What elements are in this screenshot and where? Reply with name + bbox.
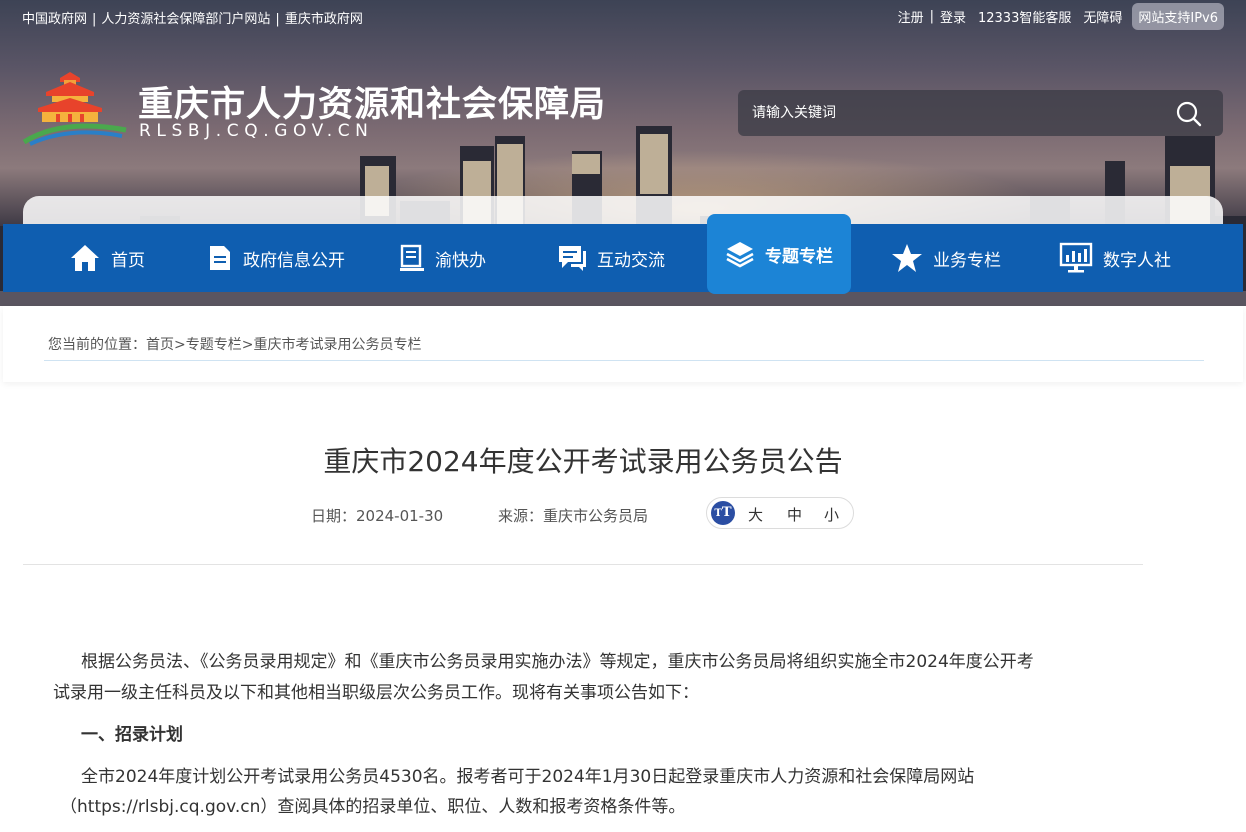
separator: | <box>275 12 280 27</box>
breadcrumb-home[interactable]: 首页 <box>146 337 174 353</box>
article-paragraph: 根据公务员法、《公务员录用规定》和《重庆市公务员录用实施办法》等规定，重庆市公务… <box>81 652 1034 672</box>
article-date: 日期：2024-01-30 <box>311 507 444 525</box>
separator: | <box>929 9 934 24</box>
breadcrumb-civil-servant-column[interactable]: 重庆市考试录用公务员专栏 <box>253 337 421 353</box>
star-icon <box>892 244 922 272</box>
article-divider <box>23 564 1143 565</box>
nav-item-business[interactable]: 业务专栏 <box>891 224 1001 292</box>
breadcrumb-separator: > <box>174 337 186 353</box>
nav-label: 政府信息公开 <box>243 250 345 271</box>
breadcrumb-prefix: 您当前的位置： <box>48 337 146 353</box>
monitor-chart-icon <box>1059 242 1093 273</box>
nav-item-home[interactable]: 首页 <box>69 224 145 292</box>
nav-item-special-topics[interactable]: 专题专栏 <box>707 214 851 294</box>
breadcrumb-special-topics[interactable]: 专题专栏 <box>186 337 242 353</box>
nav-item-interaction[interactable]: 互动交流 <box>557 224 665 292</box>
article-paragraph: 全市2024年度计划公开考试录用公务员4530名。报考者可于2024年1月30日… <box>81 767 975 787</box>
article-section-heading: 一、招录计划 <box>81 725 183 745</box>
top-links-right: 注册 | 登录 12333智能客服 无障碍 网站支持IPv6 <box>898 3 1224 30</box>
font-size-switcher: TT 大 中 小 <box>706 497 854 529</box>
site-logo[interactable] <box>22 70 128 146</box>
accessibility-link[interactable]: 无障碍 <box>1083 7 1122 26</box>
link-mohrss[interactable]: 人力资源社会保障部门户网站 <box>101 12 270 27</box>
book-icon <box>400 244 424 271</box>
search-icon[interactable] <box>1175 100 1203 128</box>
site-domain: RLSBJ.CQ.GOV.CN <box>139 121 374 141</box>
nav-item-yukuaiban[interactable]: 渝快办 <box>399 224 486 292</box>
nav-label: 数字人社 <box>1103 250 1171 271</box>
nav-label: 首页 <box>111 250 145 271</box>
article-paragraph: （https://rlsbj.cq.gov.cn）查阅具体的招录单位、职位、人数… <box>60 797 686 817</box>
chat-icon <box>559 246 586 271</box>
link-gov-cn[interactable]: 中国政府网 <box>22 12 87 27</box>
nav-item-gov-info[interactable]: 政府信息公开 <box>207 224 345 292</box>
site-title: 重庆市人力资源和社会保障局 <box>138 85 607 125</box>
nav-label: 业务专栏 <box>933 250 1001 271</box>
ipv6-badge: 网站支持IPv6 <box>1132 3 1224 30</box>
home-icon <box>71 245 99 271</box>
top-links-left: 中国政府网 | 人力资源社会保障部门户网站 | 重庆市政府网 <box>22 8 363 27</box>
nav-item-digital-hr[interactable]: 数字人社 <box>1059 224 1171 292</box>
nav-label: 渝快办 <box>435 250 486 271</box>
article-paragraph: 试录用一级主任科员及以下和其他相当职级层次公务员工作。现将有关事项公告如下： <box>53 683 699 703</box>
separator: | <box>92 12 97 27</box>
breadcrumb-separator: > <box>241 337 254 353</box>
article-source: 来源：重庆市公务员局 <box>498 507 649 525</box>
font-size-small-button[interactable]: 小 <box>824 504 839 525</box>
font-size-medium-button[interactable]: 中 <box>787 504 802 525</box>
font-size-icon: TT <box>711 501 735 525</box>
register-link[interactable]: 注册 <box>898 7 924 26</box>
breadcrumb-panel: 您当前的位置：首页>专题专栏>重庆市考试录用公务员专栏 <box>3 306 1243 382</box>
breadcrumb: 您当前的位置：首页>专题专栏>重庆市考试录用公务员专栏 <box>48 334 421 354</box>
article-title: 重庆市2024年度公开考试录用公务员公告 <box>323 445 843 478</box>
smart-service-link[interactable]: 12333智能客服 <box>978 7 1071 26</box>
search-box <box>738 90 1223 136</box>
search-input[interactable] <box>738 90 1158 136</box>
breadcrumb-divider <box>44 360 1204 361</box>
document-icon <box>210 246 230 270</box>
font-size-large-button[interactable]: 大 <box>748 504 763 525</box>
link-cq-gov[interactable]: 重庆市政府网 <box>285 12 363 27</box>
nav-label: 专题专栏 <box>765 246 833 267</box>
layers-icon <box>726 242 754 268</box>
nav-label: 互动交流 <box>597 250 665 271</box>
login-link[interactable]: 登录 <box>940 7 966 26</box>
main-nav: 首页 政府信息公开 渝快办 互动交流 专题专栏 业务专栏 数字人社 <box>3 214 1243 294</box>
